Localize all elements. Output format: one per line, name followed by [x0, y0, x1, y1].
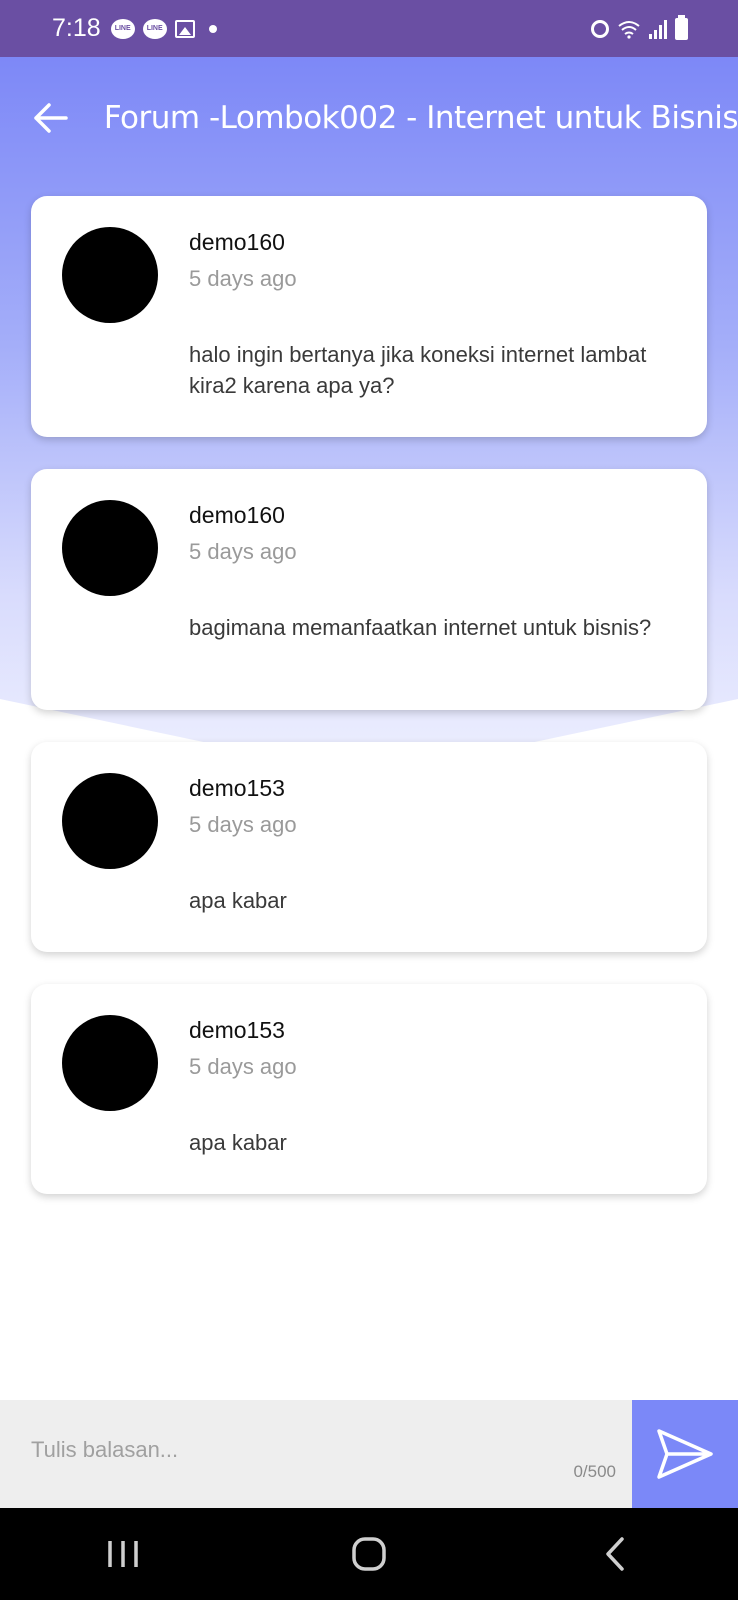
- post-time: 5 days ago: [189, 812, 297, 837]
- recents-button[interactable]: [83, 1524, 163, 1584]
- post-time: 5 days ago: [189, 539, 297, 564]
- home-button[interactable]: [329, 1524, 409, 1584]
- reply-input[interactable]: [31, 1430, 591, 1470]
- home-icon: [352, 1537, 386, 1571]
- recents-icon: [108, 1541, 138, 1567]
- status-icons-right: [591, 14, 688, 40]
- status-time: 7:18: [52, 14, 101, 42]
- gallery-icon: [174, 19, 195, 38]
- send-button[interactable]: [632, 1400, 738, 1508]
- post-time: 5 days ago: [189, 266, 297, 291]
- avatar: [62, 773, 158, 869]
- battery-icon: [675, 14, 688, 40]
- status-bar: 7:18 LINE LINE: [0, 0, 738, 57]
- post-card[interactable]: demo160 5 days ago halo ingin bertanya j…: [31, 196, 707, 437]
- post-text: bagimana memanfaatkan internet untuk bis…: [189, 615, 652, 640]
- avatar: [62, 1015, 158, 1111]
- status-icons-left: LINE LINE: [110, 18, 217, 39]
- page-title: Forum -Lombok002 - Internet untuk Bisnis: [103, 100, 738, 136]
- app-bar: Forum -Lombok002 - Internet untuk Bisnis: [0, 90, 738, 146]
- post-card[interactable]: demo160 5 days ago bagimana memanfaatkan…: [31, 469, 707, 710]
- post-time: 5 days ago: [189, 1054, 297, 1079]
- post-author: demo153: [189, 1017, 285, 1043]
- back-nav-button[interactable]: [575, 1524, 655, 1584]
- back-button[interactable]: [30, 93, 72, 143]
- back-icon: [606, 1537, 624, 1571]
- arrow-left-icon: [34, 103, 68, 133]
- post-author: demo153: [189, 775, 285, 801]
- post-author: demo160: [189, 502, 285, 528]
- wifi-icon: [618, 20, 640, 39]
- signal-icon: [649, 19, 667, 39]
- notification-dot-icon: [208, 24, 217, 33]
- alarm-icon: [591, 19, 609, 38]
- post-text: halo ingin bertanya jika koneksi interne…: [189, 342, 647, 398]
- avatar: [62, 500, 158, 596]
- line-icon: LINE: [142, 18, 167, 39]
- navigation-bar: [0, 1508, 738, 1600]
- post-text: apa kabar: [189, 1130, 287, 1155]
- post-card[interactable]: demo153 5 days ago apa kabar: [31, 742, 707, 952]
- send-icon: [657, 1429, 713, 1479]
- post-list: demo160 5 days ago halo ingin bertanya j…: [31, 196, 707, 1226]
- char-counter: 0/500: [573, 1462, 616, 1481]
- post-text: apa kabar: [189, 888, 287, 913]
- avatar: [62, 227, 158, 323]
- post-card[interactable]: demo153 5 days ago apa kabar: [31, 984, 707, 1194]
- post-author: demo160: [189, 229, 285, 255]
- reply-bar: 0/500: [0, 1400, 738, 1508]
- line-icon: LINE: [110, 18, 135, 39]
